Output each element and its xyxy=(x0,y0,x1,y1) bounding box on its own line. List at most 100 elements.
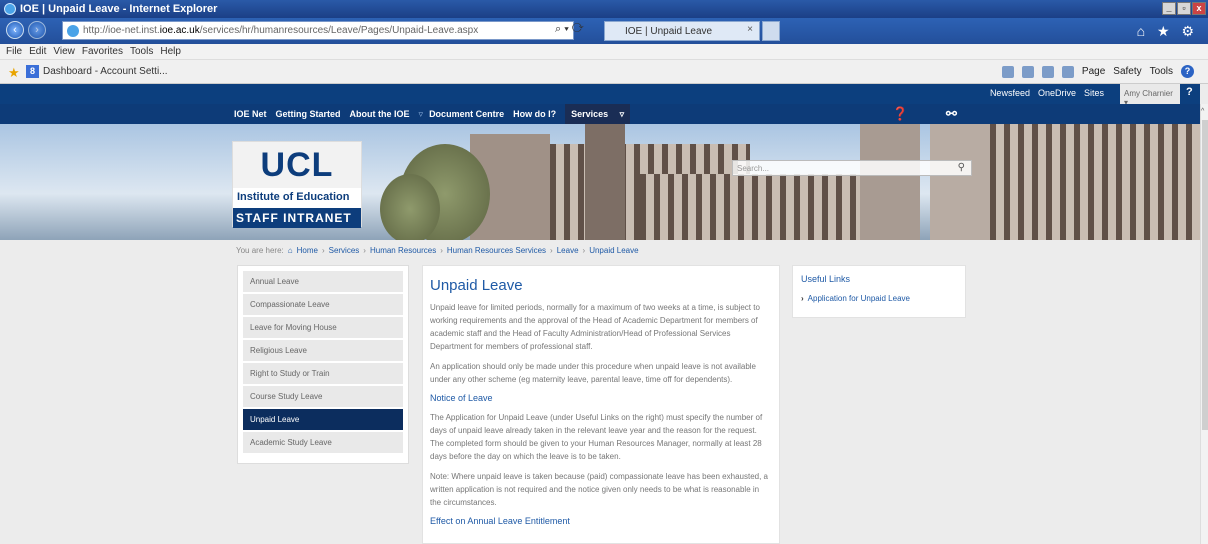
suite-help-icon[interactable]: ? xyxy=(1186,86,1193,98)
search-icon[interactable]: ⚲ xyxy=(958,162,965,173)
suite-bar: Newsfeed OneDrive Sites Amy Charnier ▾ ? xyxy=(0,84,1200,107)
window-controls: _ ▫ x xyxy=(1162,2,1206,15)
user-menu[interactable]: Amy Charnier ▾ xyxy=(1120,84,1180,107)
sites-link[interactable]: Sites xyxy=(1084,88,1104,98)
site-banner: UCL Institute of Education STAFF INTRANE… xyxy=(0,124,1200,240)
breadcrumb-home[interactable]: Home xyxy=(297,246,318,255)
mail-icon[interactable] xyxy=(1041,65,1054,78)
tools-menu[interactable]: Tools xyxy=(1150,66,1173,77)
tab-title: IOE | Unpaid Leave xyxy=(625,25,713,37)
staff-intranet-label: STAFF INTRANET xyxy=(236,211,352,225)
home-favorites-settings-icons[interactable]: ⌂ ★ ⚙ xyxy=(1137,23,1198,40)
safety-menu[interactable]: Safety xyxy=(1113,66,1141,77)
help-circle-icon[interactable]: ❓ xyxy=(892,106,908,122)
address-row: ‹ › http://ioe-net.inst. ioe.ac.uk/servic… xyxy=(0,18,1208,44)
building-image xyxy=(860,124,920,240)
application-link[interactable]: › Application for Unpaid Leave xyxy=(801,294,957,303)
paragraph: Note: Where unpaid leave is taken becaus… xyxy=(430,472,768,507)
menu-file[interactable]: File xyxy=(6,46,22,57)
menu-edit[interactable]: Edit xyxy=(29,46,46,57)
logo-top: UCL xyxy=(233,142,361,188)
breadcrumb-hr-services[interactable]: Human Resources Services xyxy=(447,246,546,255)
nav-how-do-i[interactable]: How do I? xyxy=(513,109,556,119)
breadcrumb-separator: › xyxy=(550,246,553,255)
breadcrumb: You are here: ⌂ Home › Services › Human Re… xyxy=(236,246,639,255)
leftnav-annual-leave[interactable]: Annual Leave xyxy=(243,271,403,292)
breadcrumb-separator: › xyxy=(321,246,325,255)
close-tab-icon[interactable]: × xyxy=(747,24,753,35)
close-window-button[interactable]: x xyxy=(1192,2,1206,15)
favorite-dashboard[interactable]: 8 Dashboard - Account Setti... xyxy=(26,65,168,78)
help-icon[interactable]: ? xyxy=(1181,65,1194,78)
menu-bar: File Edit View Favorites Tools Help xyxy=(0,44,1208,60)
browser-tab[interactable]: IOE | Unpaid Leave × xyxy=(604,21,760,41)
paragraph: Unpaid leave for limited periods, normal… xyxy=(430,303,760,351)
nav-services-label: Services xyxy=(571,108,609,119)
chevron-down-icon[interactable]: ▿ xyxy=(419,109,424,120)
address-bar[interactable]: http://ioe-net.inst. ioe.ac.uk/services/h… xyxy=(62,21,574,40)
breadcrumb-services[interactable]: Services xyxy=(329,246,360,255)
rss-icon[interactable] xyxy=(1021,65,1034,78)
breadcrumb-hr[interactable]: Human Resources xyxy=(370,246,436,255)
menu-view[interactable]: View xyxy=(53,46,75,57)
application-link-label: Application for Unpaid Leave xyxy=(807,294,910,303)
maximize-button[interactable]: ▫ xyxy=(1177,2,1191,15)
scroll-thumb[interactable] xyxy=(1202,120,1208,430)
global-nav: IOE Net Getting Started About the IOE ▿ … xyxy=(0,103,1200,125)
print-icon[interactable] xyxy=(1061,65,1074,78)
breadcrumb-unpaid-leave[interactable]: Unpaid Leave xyxy=(589,246,638,255)
page-icon xyxy=(67,25,79,37)
home-icon[interactable] xyxy=(1001,65,1014,78)
newsfeed-link[interactable]: Newsfeed xyxy=(990,88,1030,98)
back-button[interactable]: ‹ xyxy=(6,21,24,39)
breadcrumb-separator: › xyxy=(440,246,443,255)
url-prefix: http://ioe-net.inst. xyxy=(83,25,160,36)
useful-links-title: Useful Links xyxy=(801,274,851,284)
logo-subtitle: Institute of Education xyxy=(233,188,361,208)
nav-services[interactable]: Services ▿ xyxy=(565,103,631,125)
leftnav-religious-leave[interactable]: Religious Leave xyxy=(243,340,403,361)
section-heading-notice: Notice of Leave xyxy=(430,393,493,403)
minimize-button[interactable]: _ xyxy=(1162,2,1176,15)
useful-links-panel: Useful Links › Application for Unpaid Le… xyxy=(792,265,966,318)
paragraph: An application should only be made under… xyxy=(430,362,756,384)
search-address-icon[interactable]: ⌕ ▾ ⟳ xyxy=(555,23,584,36)
new-tab-button[interactable] xyxy=(762,21,780,41)
breadcrumb-leave[interactable]: Leave xyxy=(557,246,579,255)
building-image xyxy=(640,174,860,240)
building-image xyxy=(585,124,625,240)
nav-about[interactable]: About the IOE xyxy=(350,109,410,119)
forward-button[interactable]: › xyxy=(28,21,46,39)
chevron-right-icon: › xyxy=(801,294,804,303)
leftnav-academic-study[interactable]: Academic Study Leave xyxy=(243,432,403,453)
search-placeholder: Search... xyxy=(737,164,770,173)
onedrive-link[interactable]: OneDrive xyxy=(1038,88,1076,98)
breadcrumb-prefix: You are here: xyxy=(236,246,284,255)
favorite-label: Dashboard - Account Setti... xyxy=(43,66,168,77)
nav-document-centre[interactable]: Document Centre xyxy=(429,109,504,119)
vertical-scrollbar[interactable]: ^ xyxy=(1200,104,1208,544)
paragraph: The Application for Unpaid Leave (under … xyxy=(430,413,763,461)
favorites-star-icon[interactable]: ★ xyxy=(8,65,20,81)
url-path: /services/hr/humanresources/Leave/Pages/… xyxy=(199,25,479,36)
ie-logo-icon xyxy=(4,3,16,15)
breadcrumb-separator: › xyxy=(363,246,366,255)
leftnav-course-study[interactable]: Course Study Leave xyxy=(243,386,403,407)
google-icon: 8 xyxy=(26,65,39,78)
menu-help[interactable]: Help xyxy=(160,46,181,57)
leftnav-study-train[interactable]: Right to Study or Train xyxy=(243,363,403,384)
page-menu[interactable]: Page xyxy=(1082,66,1105,77)
leftnav-compassionate-leave[interactable]: Compassionate Leave xyxy=(243,294,403,315)
leftnav-moving-house[interactable]: Leave for Moving House xyxy=(243,317,403,338)
nav-getting-started[interactable]: Getting Started xyxy=(276,109,341,119)
menu-favorites[interactable]: Favorites xyxy=(82,46,123,57)
building-image xyxy=(930,124,990,240)
page-title: Unpaid Leave xyxy=(430,277,523,294)
scroll-up-icon[interactable]: ^ xyxy=(1201,108,1204,115)
leftnav-unpaid-leave[interactable]: Unpaid Leave xyxy=(243,409,403,430)
window-title: IOE | Unpaid Leave - Internet Explorer xyxy=(20,3,218,15)
nav-ioe-net[interactable]: IOE Net xyxy=(234,109,267,119)
menu-tools[interactable]: Tools xyxy=(130,46,153,57)
links-icon[interactable]: ⚯ xyxy=(946,106,957,122)
search-input[interactable]: Search... ⚲ xyxy=(732,160,972,176)
